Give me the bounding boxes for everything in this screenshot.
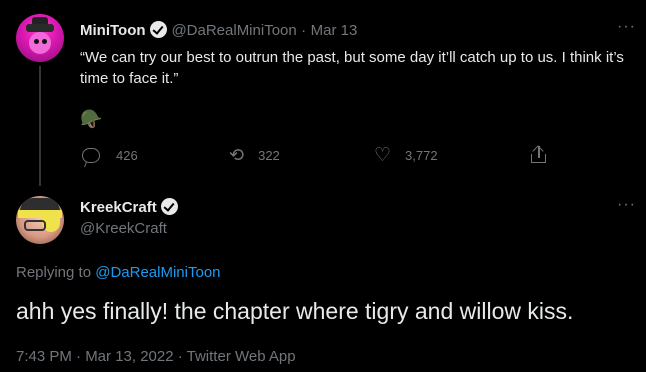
main-tweet-name-row: KreekCraft	[80, 198, 179, 217]
main-display-name[interactable]: KreekCraft	[80, 199, 157, 216]
parent-handle[interactable]: @DaRealMiniToon	[171, 22, 296, 39]
share-icon	[530, 145, 548, 164]
parent-more-icon[interactable]: ···	[617, 18, 636, 36]
parent-date[interactable]: Mar 13	[311, 22, 358, 39]
heart-icon: ♡	[374, 145, 392, 166]
tweet-timestamp[interactable]: 7:43 PM · Mar 13, 2022 · Twitter Web App	[16, 348, 296, 365]
main-more-icon[interactable]: ···	[617, 196, 636, 214]
reply-action[interactable]: 426	[82, 148, 138, 163]
like-action[interactable]: ♡ 3,772	[374, 146, 438, 165]
minitoon-avatar[interactable]	[16, 14, 64, 62]
like-count: 3,772	[405, 148, 438, 163]
parent-tweet-text: “We can try our best to outrun the past,…	[80, 49, 624, 87]
helmet-emoji: 🪖	[80, 109, 103, 129]
replying-to-link[interactable]: @DaRealMiniToon	[95, 264, 220, 281]
reply-icon	[82, 148, 100, 163]
verified-badge-icon	[149, 21, 167, 38]
replying-to-line: Replying to @DaRealMiniToon	[16, 264, 221, 281]
parent-display-name[interactable]: MiniToon	[80, 22, 146, 39]
verified-badge-icon	[161, 198, 179, 215]
retweet-action[interactable]: ⟲ 322	[229, 146, 280, 164]
retweet-count: 322	[258, 147, 280, 163]
thread-line	[39, 66, 41, 186]
retweet-icon: ⟲	[229, 145, 245, 165]
parent-tweet-header: MiniToon @DaRealMiniToon · Mar 13	[80, 21, 357, 40]
share-action[interactable]	[530, 145, 548, 169]
main-tweet-text: ahh yes finally! the chapter where tigry…	[16, 298, 574, 324]
main-handle[interactable]: @KreekCraft	[80, 220, 167, 237]
replying-prefix: Replying to	[16, 264, 92, 281]
kreekcraft-avatar[interactable]	[16, 196, 64, 244]
header-separator: ·	[301, 22, 307, 39]
reply-count: 426	[116, 148, 138, 163]
